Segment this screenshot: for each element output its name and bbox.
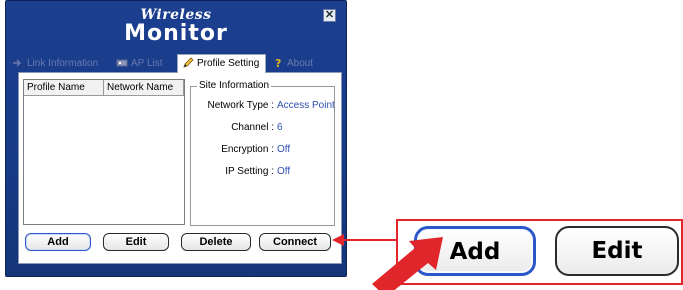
zoomed-buttons-callout: Add Edit [396, 219, 683, 285]
encryption-value: Off [277, 144, 291, 155]
ip-setting-label: IP Setting : [225, 166, 274, 177]
site-information-title: Site Information [197, 80, 272, 91]
channel-value: 6 [277, 122, 283, 133]
zoomed-edit-button: Edit [555, 226, 679, 276]
encryption-row: Encryption : Off [191, 143, 336, 157]
zoomed-add-button: Add [414, 226, 536, 276]
profile-list[interactable]: Profile Name Network Name [23, 79, 185, 225]
tab-about[interactable]: ? About [272, 55, 313, 72]
tab-ap-list-label: AP List [131, 58, 163, 69]
profile-list-header: Profile Name Network Name [24, 80, 184, 96]
edit-button[interactable]: Edit [103, 233, 169, 251]
wireless-monitor-window: Wireless Monitor ✕ Link Information AP L… [5, 0, 347, 277]
tab-link-information[interactable]: Link Information [12, 55, 98, 72]
channel-row: Channel : 6 [191, 121, 336, 135]
ip-setting-value: Off [277, 166, 291, 177]
tab-about-label: About [287, 58, 314, 69]
network-type-value: Access Point [277, 100, 335, 111]
link-icon [12, 57, 24, 69]
pencil-icon [182, 57, 194, 69]
column-profile-name[interactable]: Profile Name [24, 80, 104, 95]
column-network-name[interactable]: Network Name [104, 80, 184, 95]
app-title-monitor: Monitor [124, 21, 228, 46]
tab-profile-setting[interactable]: Profile Setting [177, 54, 267, 73]
site-information-group: Site Information Network Type : Access P… [190, 80, 336, 226]
tab-link-information-label: Link Information [27, 58, 99, 69]
profile-setting-panel: Profile Name Network Name Site Informati… [18, 72, 342, 264]
tab-ap-list[interactable]: AP List [116, 55, 163, 72]
svg-text:?: ? [275, 57, 281, 69]
network-type-label: Network Type : [207, 100, 274, 111]
encryption-label: Encryption : [221, 144, 274, 155]
connect-button[interactable]: Connect [259, 233, 331, 251]
add-button[interactable]: Add [25, 233, 91, 251]
ip-setting-row: IP Setting : Off [191, 165, 336, 179]
tab-bar: Link Information AP List Profile Setting… [12, 54, 342, 73]
tab-profile-setting-label: Profile Setting [197, 58, 260, 69]
channel-label: Channel : [231, 122, 274, 133]
close-button[interactable]: ✕ [323, 9, 336, 22]
delete-button[interactable]: Delete [181, 233, 251, 251]
ap-list-icon [116, 57, 128, 69]
question-icon: ? [272, 57, 284, 70]
network-type-row: Network Type : Access Point [191, 99, 336, 113]
